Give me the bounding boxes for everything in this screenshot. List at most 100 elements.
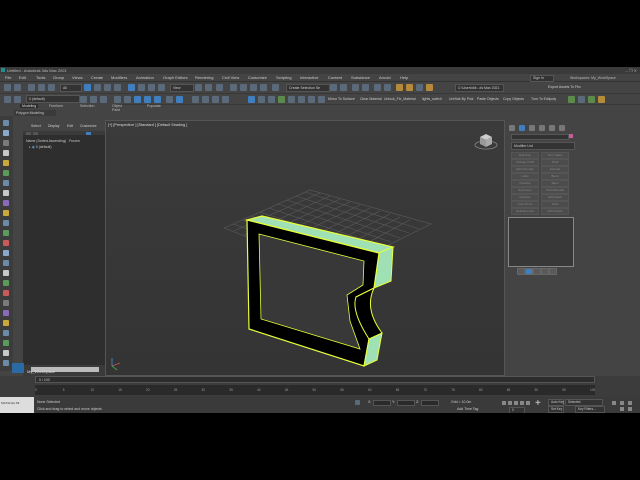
unlock-fix-material-button[interactable]: Unlock_Fix_Material <box>384 97 416 101</box>
menu-arnold[interactable]: Arnold <box>379 75 391 80</box>
percent-snap-icon[interactable] <box>250 84 257 91</box>
modifier-bend[interactable]: Bend <box>541 173 569 180</box>
systems-icon[interactable] <box>3 210 9 216</box>
utilities-tab-icon[interactable] <box>559 125 565 131</box>
scatter-icon[interactable] <box>3 350 9 356</box>
menu-views[interactable]: Views <box>72 75 83 80</box>
center-pivot-icon[interactable] <box>222 96 229 103</box>
ribbon-polygon-modeling[interactable]: Polygon Modeling <box>14 110 56 116</box>
render-production-icon[interactable] <box>426 84 433 91</box>
wall-icon[interactable] <box>3 300 9 306</box>
xy-plane-icon[interactable] <box>166 96 173 103</box>
plugin-d-icon[interactable] <box>598 96 605 103</box>
modifier-turbosmooth[interactable]: TurboSmooth <box>541 187 569 194</box>
modifier-uvw-xform[interactable]: Uvw Xform <box>511 201 539 208</box>
hide-icon[interactable] <box>202 96 209 103</box>
layer-explorer-icon[interactable] <box>362 84 369 91</box>
cloth-icon[interactable] <box>3 330 9 336</box>
terrain-icon[interactable] <box>3 310 9 316</box>
menu-help[interactable]: Help <box>400 75 408 80</box>
menu-rendering[interactable]: Rendering <box>195 75 213 80</box>
isolate-selection-icon[interactable] <box>355 400 360 405</box>
add-to-layer-icon[interactable] <box>90 96 97 103</box>
turn-to-editpoly-button[interactable]: Turn To Editpoly <box>531 97 556 101</box>
go-to-start-icon[interactable] <box>502 401 506 405</box>
perspective-viewport[interactable]: [+] [Perspective ] [Standard ] [Default … <box>105 120 505 376</box>
set-key-button[interactable]: Set Key <box>548 406 564 413</box>
object-color-swatch[interactable] <box>569 134 573 138</box>
key-filters-button[interactable]: Key Filters... <box>575 406 605 413</box>
isolate-icon[interactable] <box>192 96 199 103</box>
remove-modifier-icon[interactable] <box>541 268 549 275</box>
create-camera-icon[interactable] <box>3 180 9 186</box>
modifier-edit-poly[interactable]: Edit Poly <box>511 152 539 159</box>
snaps-toggle-icon[interactable] <box>230 84 237 91</box>
mirror-to-surface-button[interactable]: Mirror To Surface <box>328 97 355 101</box>
viewcube-icon[interactable] <box>474 134 498 150</box>
add-key-icon[interactable]: + <box>535 399 545 409</box>
menu-substance[interactable]: Substance <box>351 75 370 80</box>
modifier-stack[interactable] <box>508 217 574 267</box>
tab-selection[interactable]: Selection <box>80 104 94 108</box>
tab-freeform[interactable]: Freeform <box>49 104 63 108</box>
sign-in-dropdown[interactable]: Sign In <box>530 75 554 82</box>
configure-modifier-sets-icon[interactable] <box>549 268 557 275</box>
tool-b-icon[interactable] <box>258 96 265 103</box>
unhide-all-icon[interactable] <box>124 96 131 103</box>
redo-icon[interactable] <box>14 84 21 91</box>
show-end-result-icon[interactable] <box>525 268 533 275</box>
scene-tab-edit[interactable]: Edit <box>67 124 73 128</box>
modifier-list-dropdown[interactable]: Modifier List <box>511 142 575 150</box>
x-coordinate-field[interactable] <box>373 400 391 406</box>
move-icon[interactable] <box>128 84 135 91</box>
layer-freeze-icon[interactable] <box>14 96 21 103</box>
link-icon[interactable] <box>28 84 35 91</box>
select-manipulate-icon[interactable] <box>205 84 212 91</box>
play-icon[interactable] <box>514 401 518 405</box>
maxscript-listener[interactable]: MAXScript Mi: <box>0 397 34 413</box>
render-setup-icon[interactable] <box>406 84 413 91</box>
hair-icon[interactable] <box>3 320 9 326</box>
motion-tab-icon[interactable] <box>539 125 545 131</box>
menu-file[interactable]: File <box>5 75 11 80</box>
make-unique-icon[interactable] <box>533 268 541 275</box>
modifier-taper[interactable]: Taper <box>541 180 569 187</box>
scale-icon[interactable] <box>148 84 155 91</box>
plugin-c-icon[interactable] <box>588 96 595 103</box>
tool-a-icon[interactable] <box>248 96 255 103</box>
stairs-icon[interactable] <box>3 270 9 276</box>
extra-tool-icon[interactable] <box>3 360 9 366</box>
select-by-name-icon[interactable] <box>94 84 101 91</box>
create-cylinder-icon[interactable] <box>3 140 9 146</box>
scene-explorer-toggle-icon[interactable] <box>352 84 359 91</box>
select-object-icon[interactable] <box>84 84 91 91</box>
reference-coordinate-dropdown[interactable]: View <box>170 84 194 92</box>
y-coordinate-field[interactable] <box>397 400 415 406</box>
create-selection-set-dropdown[interactable]: Create Selection Se <box>286 84 330 92</box>
paste-objects-button[interactable]: Paste Objects <box>477 97 499 101</box>
modifier-twist[interactable]: Twist <box>541 201 569 208</box>
axis-y-icon[interactable] <box>144 96 151 103</box>
export-assets-button[interactable]: Export Assets To Fbx <box>548 85 581 89</box>
xyz-plane-icon[interactable] <box>176 96 183 103</box>
axis-z-icon[interactable] <box>154 96 161 103</box>
menu-interactive[interactable]: Interactive <box>300 75 318 80</box>
modifier-turn-selec[interactable]: Turn Selec <box>541 152 569 159</box>
menu-scripting[interactable]: Scripting <box>276 75 292 80</box>
modifier-edit-normals[interactable]: Edit Normals <box>511 166 539 173</box>
auto-key-button[interactable]: Auto Key <box>548 399 564 406</box>
workspaces-selector[interactable]: Workspaces: My_WorkSpace <box>570 76 616 80</box>
undo-icon[interactable] <box>4 84 11 91</box>
rotate-icon[interactable] <box>138 84 145 91</box>
mass-fx-icon[interactable] <box>3 340 9 346</box>
unlink-icon[interactable] <box>38 84 45 91</box>
layer-dropdown[interactable]: 0 (default) <box>26 95 80 103</box>
scene-tab-select[interactable]: Select <box>31 124 41 128</box>
keyboard-shortcut-override-icon[interactable] <box>216 84 223 91</box>
create-plane-icon[interactable] <box>3 150 9 156</box>
pivot-center-icon[interactable] <box>195 84 202 91</box>
create-box-icon[interactable] <box>3 120 9 126</box>
modifier-edit-mesh[interactable]: Edit Mesh <box>541 194 569 201</box>
display-tab-icon[interactable] <box>549 125 555 131</box>
menu-content[interactable]: Content <box>328 75 342 80</box>
